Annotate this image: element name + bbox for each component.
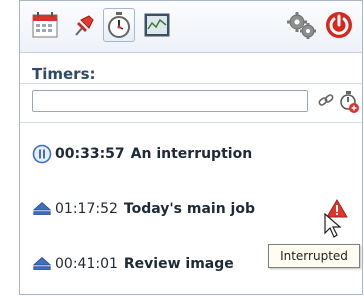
stopwatch-icon: [108, 12, 130, 38]
timer-row[interactable]: 00:33:57 An interruption: [32, 142, 352, 166]
timer-time: 00:41:01: [55, 256, 118, 272]
gears-icon: [287, 12, 316, 39]
timer-name-input[interactable]: [32, 90, 308, 112]
timer-time: 00:33:57: [55, 146, 125, 162]
settings-button[interactable]: [285, 8, 319, 42]
calendar-button[interactable]: [29, 8, 61, 42]
toolbar: [20, 1, 362, 53]
divider: [20, 83, 362, 84]
clear-link-icon[interactable]: [316, 90, 336, 112]
stopwatch-button[interactable]: [103, 8, 135, 42]
eject-icon[interactable]: [32, 199, 52, 219]
power-button[interactable]: [323, 8, 355, 42]
calendar-icon: [32, 12, 58, 38]
divider: [20, 122, 362, 123]
power-icon: [326, 12, 352, 38]
pin-icon: [75, 15, 94, 36]
timer-name: Review image: [123, 256, 234, 272]
add-timer-icon[interactable]: [338, 89, 360, 113]
eject-icon[interactable]: [32, 254, 52, 274]
section-title: Timers:: [32, 65, 96, 83]
timer-name: Today's main job: [123, 201, 255, 217]
timer-time: 01:17:52: [55, 201, 118, 217]
chart-button[interactable]: [141, 8, 173, 42]
pause-icon[interactable]: [32, 144, 52, 164]
chart-monitor-icon: [144, 13, 170, 37]
timer-row[interactable]: 01:17:52 Today's main job: [32, 197, 352, 221]
timer-name: An interruption: [130, 146, 253, 162]
pin-button[interactable]: [67, 8, 99, 42]
tooltip: Interrupted: [268, 244, 360, 268]
mouse-cursor-icon: [324, 213, 342, 238]
